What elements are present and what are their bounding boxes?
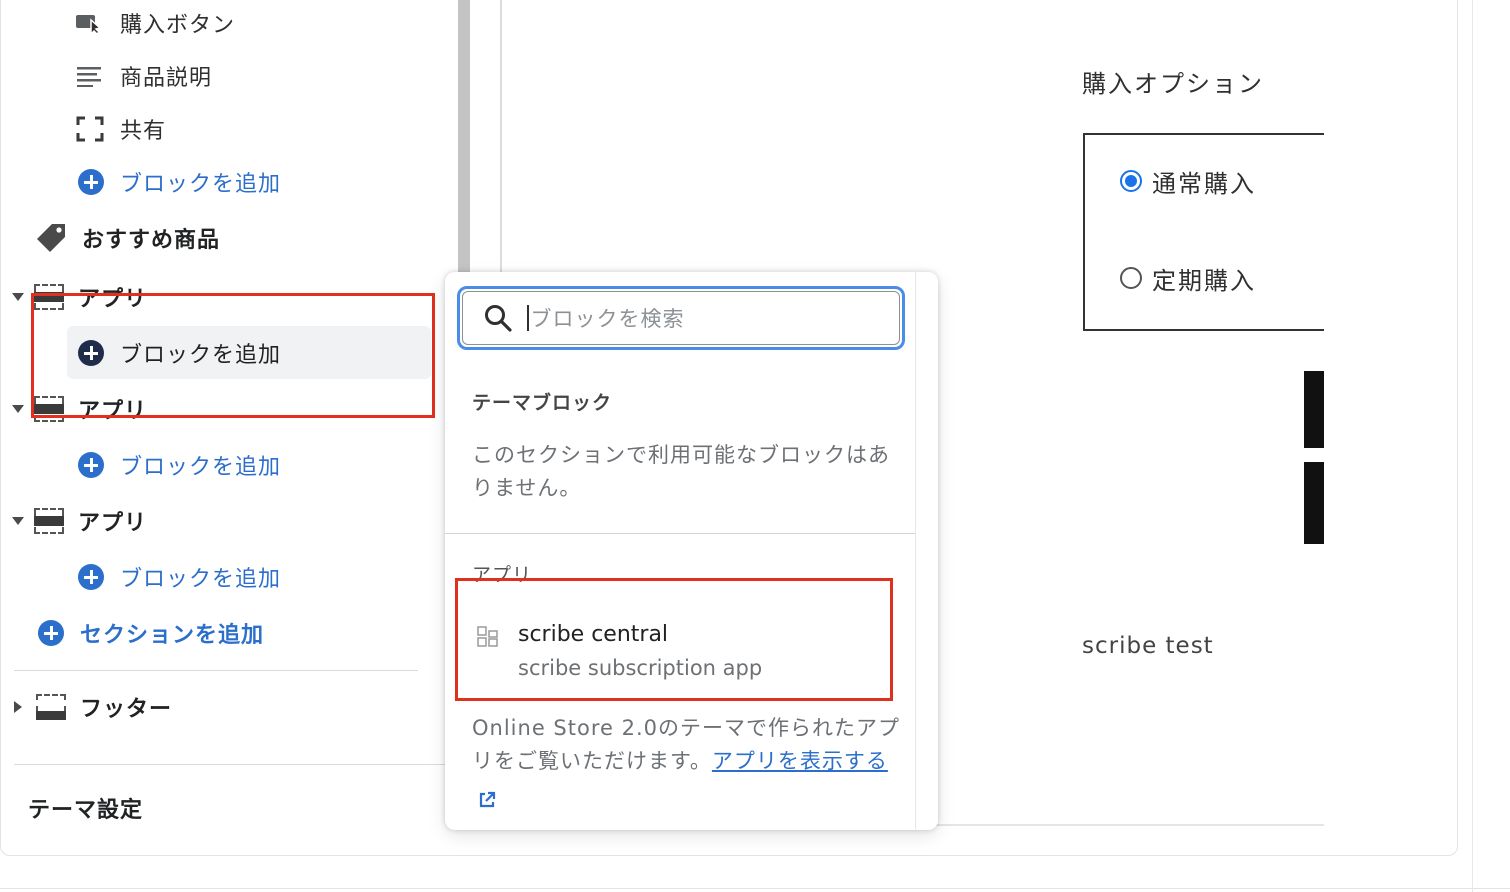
product-text: scribe test [1082,633,1214,659]
section-label: フッター [80,697,173,722]
card-bottom-edge [0,888,1510,892]
text-cursor [527,305,529,331]
text-lines-icon [76,65,104,87]
add-block-popover: ブロックを検索 テーマブロック このセクションで利用可能なブロックはありません。… [445,272,938,830]
footer-section-icon [36,692,66,722]
apps-footer-text: Online Store 2.0のテーマで作られたアプリをご覧いただけます。アプ… [472,712,902,811]
search-input[interactable]: ブロックを検索 [462,291,900,345]
buy-button-icon [76,12,104,36]
radio-unselected[interactable] [1120,267,1142,289]
external-link-icon[interactable] [478,786,496,808]
add-section-button[interactable]: セクションを追加 [38,616,264,650]
sidebar-divider [14,764,446,765]
preview-black-button-1[interactable] [1304,371,1324,448]
sidebar-item-buy-button[interactable]: 購入ボタン [76,6,235,40]
view-apps-link[interactable]: アプリを表示する [712,749,888,773]
popup-divider [445,533,915,534]
search-placeholder: ブロックを検索 [530,307,685,331]
sidebar-item-share[interactable]: 共有 [76,112,166,146]
search-field-focus-ring: ブロックを検索 [457,286,905,350]
section-footer[interactable]: フッター [14,690,172,724]
chevron-down-icon[interactable] [12,293,24,301]
section-label: おすすめ商品 [82,228,221,253]
popup-scrollbar-track [915,272,938,830]
option-regular-label: 通常購入 [1152,169,1256,198]
right-scroll-edge [1472,0,1473,892]
option-subscription[interactable]: 定期購入 [1120,261,1256,295]
sidebar-divider [14,670,418,671]
sidebar-item-label: 商品説明 [120,66,213,91]
sidebar-item-label: 購入ボタン [120,13,236,38]
theme-blocks-heading: テーマブロック [472,392,613,414]
section-app-3[interactable]: アプリ [12,504,147,538]
add-block-button[interactable]: ブロックを追加 [78,560,281,594]
theme-blocks-empty-text: このセクションで利用可能なブロックはありません。 [472,443,890,500]
radio-selected[interactable] [1120,170,1142,192]
preview-frame-edge [936,824,1324,826]
purchase-options-title: 購入オプション [1082,70,1264,98]
section-featured-products[interactable]: おすすめ商品 [36,220,220,256]
chevron-down-icon[interactable] [12,405,24,413]
sidebar-item-label: 共有 [120,119,167,144]
option-subscription-label: 定期購入 [1152,266,1256,295]
section-label: アプリ [78,511,148,536]
add-section-label: セクションを追加 [80,623,265,648]
highlight-box-add-block [31,293,435,418]
plus-circle-icon [78,452,104,478]
preview-black-button-2[interactable] [1304,462,1324,544]
sidebar-item-description[interactable]: 商品説明 [76,59,212,93]
app-section-icon [34,506,64,536]
sidebar-scrollbar[interactable] [458,0,470,300]
add-block-label: ブロックを追加 [120,455,282,480]
share-frame-icon [76,116,104,142]
chevron-down-icon[interactable] [12,517,24,525]
plus-circle-icon [78,564,104,590]
search-icon [483,303,513,333]
theme-settings-label: テーマ設定 [28,798,144,823]
highlight-box-app [455,578,893,701]
plus-circle-icon [38,620,64,646]
option-regular[interactable]: 通常購入 [1120,164,1256,198]
chevron-right-icon[interactable] [14,701,22,713]
tag-icon [36,222,68,254]
theme-settings-link[interactable]: テーマ設定 [28,792,143,824]
add-block-button[interactable]: ブロックを追加 [78,448,281,482]
plus-circle-icon [78,169,104,195]
add-block-label: ブロックを追加 [120,567,282,592]
add-block-button[interactable]: ブロックを追加 [78,165,281,199]
add-block-label: ブロックを追加 [120,172,282,197]
